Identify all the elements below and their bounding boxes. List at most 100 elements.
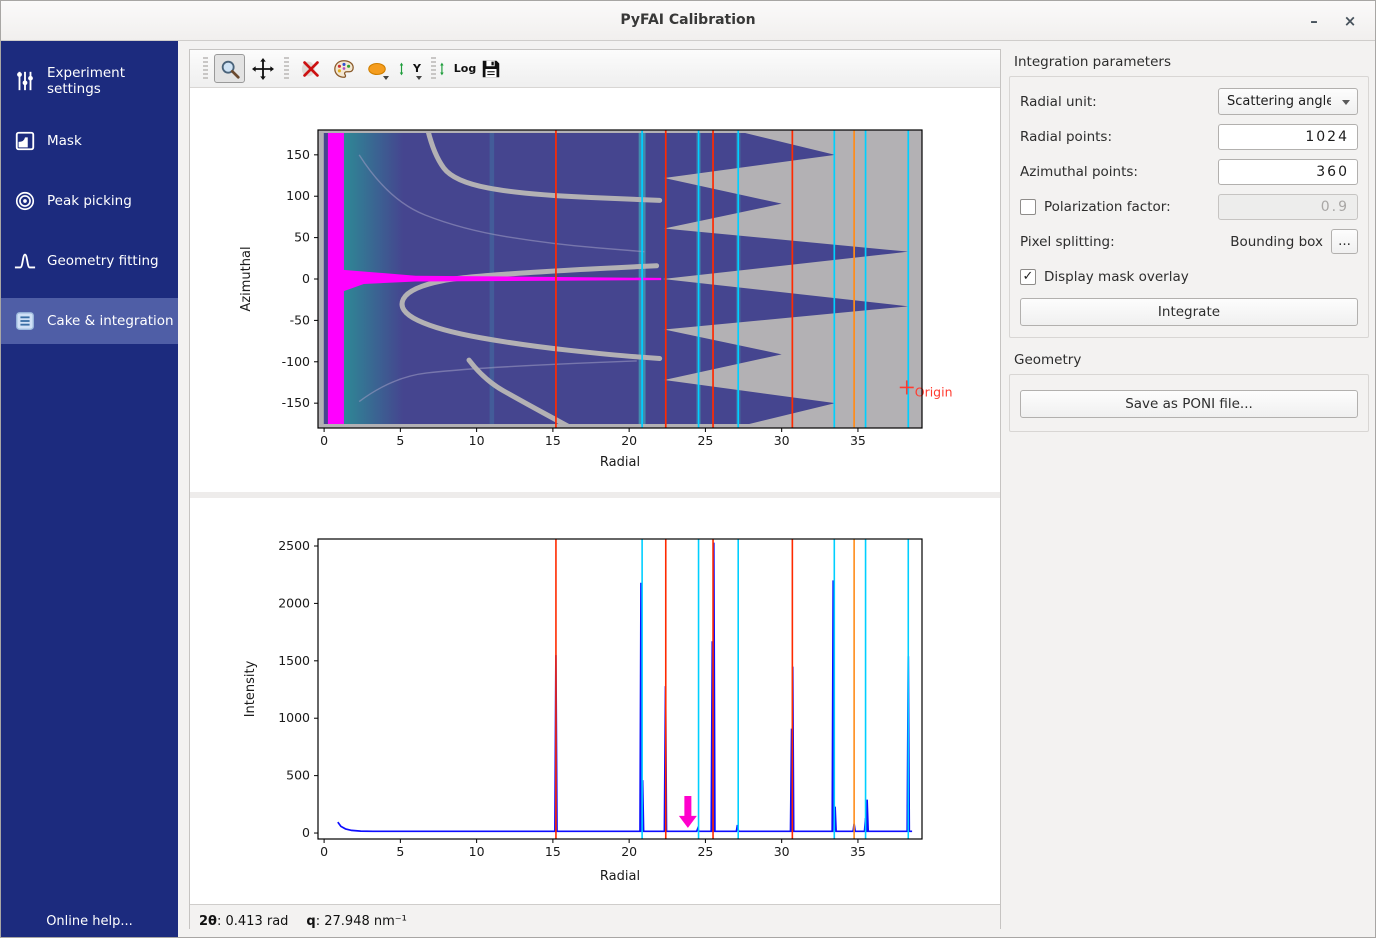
svg-text:15: 15	[545, 844, 561, 859]
sidebar-item-cake-integration[interactable]: Cake & integration	[1, 298, 178, 344]
chevron-down-icon	[416, 76, 422, 80]
svg-text:0: 0	[320, 433, 328, 448]
svg-text:0: 0	[302, 825, 310, 840]
sidebar-item-label: Cake & integration	[47, 313, 174, 329]
polarization-label: Polarization factor:	[1044, 199, 1171, 215]
integration-plot[interactable]: 0510152025303505001000150020002500Radial…	[190, 498, 1000, 904]
svg-text:100: 100	[286, 188, 310, 203]
display-mask-overlay-checkbox[interactable]: ✓	[1020, 269, 1036, 285]
palette-icon	[333, 58, 355, 80]
svg-text:2000: 2000	[278, 595, 310, 610]
svg-text:150: 150	[286, 147, 310, 162]
radial-unit-value: Scattering angle 2θ (rad)	[1227, 94, 1331, 109]
svg-text:Azimuthal: Azimuthal	[239, 246, 254, 311]
sidebar-item-label: Mask	[47, 133, 82, 149]
red-x-icon	[300, 58, 322, 80]
sidebar-item-label: Geometry fitting	[47, 253, 159, 269]
polarization-checkbox[interactable]	[1020, 199, 1036, 215]
cake-plot[interactable]: Origin05101520253035150100500-50-100-150…	[190, 88, 1000, 492]
svg-text:Radial: Radial	[600, 455, 640, 470]
colormap-tool[interactable]	[328, 54, 359, 83]
pixel-splitting-more-button[interactable]: ...	[1331, 229, 1358, 254]
pixel-splitting-label: Pixel splitting:	[1020, 234, 1115, 250]
save-icon	[480, 58, 502, 80]
svg-text:-100: -100	[282, 354, 310, 369]
log-icon	[439, 62, 453, 76]
parameters-panel: Integration parameters Radial unit: Scat…	[1009, 41, 1369, 937]
radial-unit-label: Radial unit:	[1020, 94, 1097, 110]
svg-text:15: 15	[545, 433, 561, 448]
svg-text:30: 30	[774, 433, 790, 448]
sidebar-item-peak-picking[interactable]: Peak picking	[1, 178, 178, 224]
svg-text:-50: -50	[290, 312, 310, 327]
app-window: PyFAI Calibration – × Experiment setting…	[0, 0, 1376, 938]
sidebar-item-label: Peak picking	[47, 193, 132, 209]
svg-text:500: 500	[286, 768, 310, 783]
online-help-link[interactable]: Online help...	[1, 914, 178, 929]
svg-text:1000: 1000	[278, 710, 310, 725]
polarization-input[interactable]: 0.9	[1218, 194, 1358, 220]
svg-text:2500: 2500	[278, 538, 310, 553]
zoom-tool[interactable]	[214, 54, 245, 83]
sidebar-item-geometry-fitting[interactable]: Geometry fitting	[1, 238, 178, 284]
sidebar-item-label: Experiment settings	[47, 65, 178, 97]
plot-panel: YLog Origin05101520253035150100500-50-10…	[189, 49, 1001, 929]
svg-text:0: 0	[302, 271, 310, 286]
rings-icon	[14, 190, 36, 212]
svg-text:25: 25	[697, 844, 713, 859]
svg-text:-150: -150	[282, 395, 310, 410]
cursor-status-bar: 2θ: 0.413 rad q: 27.948 nm⁻¹	[190, 904, 1000, 937]
task-sidebar: Experiment settings Mask Peak picking Geome…	[1, 41, 178, 937]
magnifier-icon	[219, 58, 241, 80]
chevron-down-icon	[383, 76, 389, 80]
azimuthal-points-input[interactable]: 360	[1218, 159, 1358, 185]
sliders-icon	[14, 70, 36, 92]
plots-area: Origin05101520253035150100500-50-100-150…	[190, 88, 1000, 904]
integration-parameters-title: Integration parameters	[1014, 54, 1369, 70]
pixel-splitting-value: Bounding box	[1230, 234, 1323, 250]
svg-text:Origin: Origin	[915, 384, 953, 399]
display-mask-overlay-label: Display mask overlay	[1044, 269, 1189, 285]
svg-text:Radial: Radial	[600, 869, 640, 884]
svg-text:Intensity: Intensity	[243, 660, 258, 717]
svg-text:10: 10	[469, 433, 485, 448]
radial-points-input[interactable]: 1024	[1218, 124, 1358, 150]
cake-icon	[14, 310, 36, 332]
cursor-readout: q: 27.948 nm⁻¹	[306, 914, 406, 929]
mask-icon	[14, 130, 36, 152]
integrate-button[interactable]: Integrate	[1020, 298, 1358, 326]
sidebar-item-experiment-settings[interactable]: Experiment settings	[1, 58, 178, 104]
autoscale-y-tool[interactable]: Y	[394, 54, 425, 83]
svg-text:20: 20	[621, 844, 637, 859]
svg-text:25: 25	[697, 433, 713, 448]
azimuthal-points-label: Azimuthal points:	[1020, 164, 1138, 180]
minimize-button[interactable]: –	[1301, 9, 1327, 33]
sidebar-item-mask[interactable]: Mask	[1, 118, 178, 164]
title-bar: PyFAI Calibration – ×	[1, 1, 1375, 41]
svg-text:30: 30	[774, 844, 790, 859]
pan-tool[interactable]	[247, 54, 278, 83]
toolbar-grip[interactable]	[284, 57, 289, 81]
chevron-down-icon	[1342, 100, 1350, 105]
geometry-title: Geometry	[1014, 352, 1369, 368]
svg-text:35: 35	[850, 433, 866, 448]
pan-icon	[252, 58, 274, 80]
integration-parameters-group: Radial unit: Scattering angle 2θ (rad) R…	[1009, 76, 1369, 338]
toolbar-grip[interactable]	[203, 57, 208, 81]
svg-text:35: 35	[850, 844, 866, 859]
integration-plot-svg: 0510152025303505001000150020002500Radial…	[190, 498, 1002, 900]
log-scale-tool[interactable]: Log	[442, 54, 473, 83]
svg-text:5: 5	[396, 433, 404, 448]
toolbar-grip[interactable]	[431, 57, 436, 81]
clear-marker-tool[interactable]	[295, 54, 326, 83]
save-poni-button[interactable]: Save as PONI file...	[1020, 390, 1358, 418]
autoscale-y-tool-label: Y	[413, 62, 421, 75]
cursor-readout: 2θ: 0.413 rad	[199, 914, 288, 929]
save-tool[interactable]	[475, 54, 506, 83]
radial-unit-select[interactable]: Scattering angle 2θ (rad)	[1218, 88, 1358, 115]
mask-shape-tool[interactable]	[361, 54, 392, 83]
close-button[interactable]: ×	[1337, 9, 1363, 33]
plot-toolbar: Y Log	[190, 50, 1000, 88]
svg-text:5: 5	[396, 844, 404, 859]
svg-text:10: 10	[469, 844, 485, 859]
